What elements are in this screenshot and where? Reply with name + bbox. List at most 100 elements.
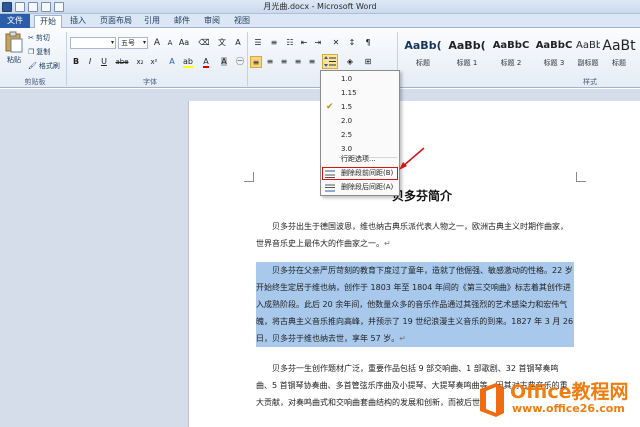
tab-insert[interactable]: 插入 xyxy=(66,15,90,28)
text-effects-icon[interactable]: A xyxy=(166,56,178,68)
window-title: 月光曲.docx - Microsoft Word xyxy=(263,2,377,11)
copy-button[interactable]: ❐ 复制 xyxy=(28,47,50,57)
cut-button[interactable]: ✂ 剪切 xyxy=(28,33,50,43)
style-name: 标题 xyxy=(612,59,626,67)
paste-icon xyxy=(5,31,23,53)
office-logo-icon xyxy=(480,383,504,417)
style-sample: AaBbC xyxy=(576,40,600,51)
line-spacing-option[interactable]: 1.15 xyxy=(321,87,399,100)
style-name: 标题 2 xyxy=(500,59,522,67)
watermark-brand: Office教程网 xyxy=(510,381,629,403)
tab-references[interactable]: 引用 xyxy=(140,15,164,28)
annotation-arrow-icon xyxy=(399,147,425,170)
document-title: 贝多芬简介 xyxy=(392,189,453,203)
remove-space-after-item[interactable]: 删除段后间距(A) xyxy=(321,181,399,194)
italic-button[interactable]: I xyxy=(84,56,96,68)
copy-icon: ❐ xyxy=(28,48,35,56)
space-after-icon xyxy=(325,184,335,192)
paragraph-mark-icon: ↵ xyxy=(384,239,391,248)
style-heading-3[interactable]: AaBbC 标题 3 xyxy=(533,34,575,74)
tab-review[interactable]: 审阅 xyxy=(200,15,224,28)
ribbon-tabs: 文件 开始 插入 页面布局 引用 邮件 审阅 视图 xyxy=(0,14,640,29)
brush-icon: 🖌 xyxy=(28,62,37,70)
paste-button[interactable]: 粘贴 xyxy=(3,31,25,65)
line-spacing-icon xyxy=(324,56,336,67)
remove-space-after-label: 删除段后间距(A) xyxy=(341,183,394,191)
style-subtitle[interactable]: AaBbC 副标题 xyxy=(576,34,600,74)
line-spacing-option[interactable]: 2.5 xyxy=(321,129,399,142)
chevron-down-icon: ▾ xyxy=(142,39,146,46)
superscript-button[interactable]: x² xyxy=(148,56,160,68)
enclose-char-icon[interactable]: ㊀ xyxy=(234,56,246,68)
style-title-2[interactable]: AaBt 标题 xyxy=(600,34,638,74)
font-size-combo[interactable]: 五号 ▾ xyxy=(118,37,148,49)
line-spacing-options-item[interactable]: 行距选项... xyxy=(321,153,399,166)
watermark-url: www.office26.com xyxy=(512,402,625,415)
style-heading-1[interactable]: AaBb( 标题 1 xyxy=(446,34,488,74)
grow-font-button[interactable]: A xyxy=(151,37,163,49)
scissors-icon: ✂ xyxy=(28,34,34,42)
tab-mailings[interactable]: 邮件 xyxy=(170,15,194,28)
watermark: Office教程网 www.office26.com xyxy=(478,377,638,425)
distributed-icon[interactable]: ≡ xyxy=(306,56,318,68)
tab-view[interactable]: 视图 xyxy=(230,15,254,28)
cut-label: 剪切 xyxy=(35,34,50,42)
underline-button[interactable]: U xyxy=(98,56,110,68)
borders-icon[interactable]: ⊞ xyxy=(362,56,374,68)
tab-page-layout[interactable]: 页面布局 xyxy=(96,15,136,28)
checkmark-icon: ✔ xyxy=(326,102,334,112)
shading-icon[interactable]: ◈ xyxy=(344,56,356,68)
show-marks-icon[interactable]: ¶ xyxy=(362,37,374,49)
align-right-icon[interactable]: ≡ xyxy=(278,56,290,68)
subscript-button[interactable]: x₂ xyxy=(134,56,146,68)
decrease-indent-icon[interactable]: ⇤ xyxy=(298,37,310,49)
format-painter-button[interactable]: 🖌 格式刷 xyxy=(28,61,60,71)
line-spacing-option[interactable]: 1.0 xyxy=(321,73,399,86)
tab-home[interactable]: 开始 xyxy=(34,15,62,29)
align-center-icon[interactable]: ≡ xyxy=(264,56,276,68)
clipboard-group-label: 剪贴板 xyxy=(24,78,46,86)
highlight-box xyxy=(322,167,398,180)
font-color-icon[interactable]: A xyxy=(200,56,212,68)
align-left-icon[interactable]: ≡ xyxy=(250,56,262,68)
style-name: 标题 xyxy=(416,59,430,67)
line-spacing-option[interactable]: 2.0 xyxy=(321,115,399,128)
font-size-value: 五号 xyxy=(121,39,135,47)
paragraph-2-selected: 贝多芬在父亲严厉苛刻的教育下度过了童年，造就了他倔强、敏感激动的性格。22 岁开… xyxy=(256,262,574,347)
justify-icon[interactable]: ≡ xyxy=(292,56,304,68)
sort-icon[interactable]: ↕ xyxy=(346,37,358,49)
paste-label: 粘贴 xyxy=(7,56,21,64)
group-divider xyxy=(247,32,248,86)
numbering-icon[interactable]: ≡ xyxy=(268,37,280,49)
title-bar: 月光曲.docx - Microsoft Word xyxy=(0,0,640,14)
chinese-layout-icon[interactable]: ✕ xyxy=(330,37,342,49)
line-spacing-option-selected[interactable]: ✔ 1.5 xyxy=(321,101,399,114)
paragraph-2-text: 贝多芬在父亲严厉苛刻的教育下度过了童年，造就了他倔强、敏感激动的性格。22 岁开… xyxy=(256,266,574,343)
tab-file[interactable]: 文件 xyxy=(0,14,30,28)
bold-button[interactable]: B xyxy=(70,56,82,68)
style-heading-2[interactable]: AaBbC 标题 2 xyxy=(490,34,532,74)
style-name: 标题 1 xyxy=(456,59,478,67)
paragraph-mark-icon: ↵ xyxy=(399,334,406,343)
styles-group-label: 样式 xyxy=(583,78,597,86)
bullets-icon[interactable]: ☰ xyxy=(252,37,264,49)
strikethrough-button[interactable]: abe xyxy=(114,56,130,68)
highlight-icon[interactable]: ab xyxy=(182,56,194,68)
style-title[interactable]: AaBb( 标题 xyxy=(402,34,444,74)
font-name-combo[interactable]: ▾ xyxy=(70,37,116,49)
style-sample: AaBbC xyxy=(492,40,530,51)
phonetic-guide-icon[interactable]: 文 xyxy=(216,37,228,49)
format-painter-label: 格式刷 xyxy=(38,62,60,70)
char-border-icon[interactable]: A xyxy=(232,37,244,49)
font-group-label: 字体 xyxy=(143,78,157,86)
shrink-font-button[interactable]: A xyxy=(164,37,176,49)
increase-indent-icon[interactable]: ⇥ xyxy=(312,37,324,49)
style-sample: AaBb( xyxy=(404,39,442,52)
copy-label: 复制 xyxy=(36,48,51,56)
clear-format-icon[interactable]: ⌫ xyxy=(198,37,210,49)
change-case-button[interactable]: Aa xyxy=(178,37,190,49)
style-name: 标题 3 xyxy=(543,59,565,67)
char-shading-icon[interactable]: A xyxy=(218,56,230,68)
multilevel-list-icon[interactable]: ☷ xyxy=(284,37,296,49)
line-spacing-button[interactable] xyxy=(322,54,338,69)
